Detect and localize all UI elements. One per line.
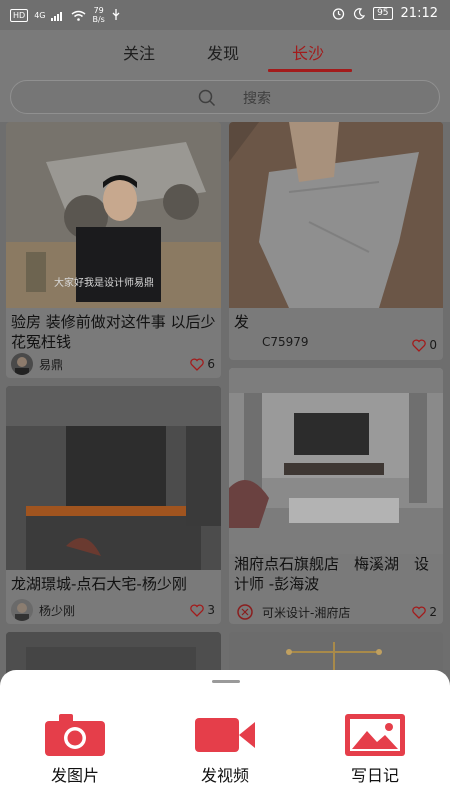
- feed-card[interactable]: 龙湖璟城-点石大宅-杨少刚 杨少刚 3: [6, 386, 221, 624]
- alarm-icon: [332, 8, 345, 20]
- tab-discover[interactable]: 发现: [207, 40, 239, 64]
- author-name: C75979: [262, 335, 309, 349]
- publish-bottom-sheet: 发图片 发视频 写日记: [0, 670, 450, 800]
- card-title: 发: [234, 313, 250, 331]
- signal-icon: [51, 11, 63, 21]
- post-video-button[interactable]: 发视频: [180, 714, 270, 794]
- like-count[interactable]: 6: [190, 357, 215, 371]
- post-photo-label: 发图片: [50, 766, 99, 785]
- avatar: [11, 599, 33, 621]
- search-input[interactable]: 搜索: [10, 80, 440, 114]
- sheet-drag-handle[interactable]: [212, 680, 240, 683]
- avatar: [234, 601, 256, 623]
- author-name: 可米设计-湘府店: [262, 605, 351, 620]
- card-author[interactable]: 可米设计-湘府店: [234, 601, 350, 623]
- battery-level: 95: [373, 7, 393, 20]
- heart-icon: [412, 338, 427, 352]
- author-name: 杨少刚: [39, 603, 76, 618]
- card-title: 龙湖璟城-点石大宅-杨少刚: [11, 575, 187, 593]
- card-image-stone-slab: [229, 122, 443, 308]
- card-image-interior: [6, 386, 221, 570]
- top-tab-bar: 关注 发现 长沙: [0, 30, 450, 72]
- like-count[interactable]: 2: [412, 605, 437, 619]
- tab-changsha[interactable]: 长沙: [292, 40, 324, 64]
- card-author[interactable]: 易鼎: [11, 353, 63, 375]
- card-author[interactable]: C75979: [262, 335, 309, 349]
- camera-icon: [45, 714, 105, 756]
- status-left: HD 4G 79 B/s: [10, 6, 121, 24]
- card-author[interactable]: 杨少刚: [11, 599, 75, 621]
- video-camera-icon: [195, 718, 255, 752]
- wifi-icon: [72, 10, 86, 21]
- heart-icon: [190, 357, 205, 371]
- clock: 21:12: [400, 6, 438, 21]
- write-diary-button[interactable]: 写日记: [330, 714, 420, 794]
- tab-follow[interactable]: 关注: [123, 40, 155, 64]
- post-photo-button[interactable]: 发图片: [30, 714, 120, 794]
- network-label: 4G: [34, 10, 46, 20]
- card-image-living-room: [229, 368, 443, 554]
- author-name: 易鼎: [39, 357, 64, 372]
- card-title: 验房 装修前做对这件事 以后少花冤枉钱: [11, 313, 216, 351]
- network-speed: 79 B/s: [92, 6, 105, 24]
- heart-icon: [190, 603, 205, 617]
- usb-icon: [112, 9, 120, 20]
- picture-icon: [345, 714, 405, 756]
- like-count[interactable]: 0: [412, 338, 437, 352]
- write-diary-label: 写日记: [350, 766, 399, 785]
- heart-icon: [412, 605, 427, 619]
- status-bar: HD 4G 79 B/s 95 21:12: [0, 0, 450, 30]
- hd-badge: HD: [10, 8, 29, 22]
- search-icon: [198, 89, 216, 107]
- search-row: 搜索: [0, 72, 450, 122]
- moon-icon: [354, 7, 366, 19]
- search-placeholder: 搜索: [243, 91, 271, 107]
- feed-card[interactable]: 大家好我是设计师易鼎 验房 装修前做对这件事 以后少花冤枉钱 易鼎 6: [6, 122, 221, 378]
- avatar: [11, 353, 33, 375]
- video-caption: 大家好我是设计师易鼎: [54, 278, 154, 289]
- like-count[interactable]: 3: [190, 603, 215, 617]
- post-video-label: 发视频: [200, 766, 249, 785]
- card-title: 湘府点石旗舰店 梅溪湖 设计师 -彭海波: [234, 555, 430, 593]
- feed-card[interactable]: 发 C75979 0: [229, 122, 443, 360]
- status-right: 95 21:12: [332, 6, 438, 21]
- feed-card[interactable]: 湘府点石旗舰店 梅溪湖 设计师 -彭海波 可米设计-湘府店 2: [229, 368, 443, 624]
